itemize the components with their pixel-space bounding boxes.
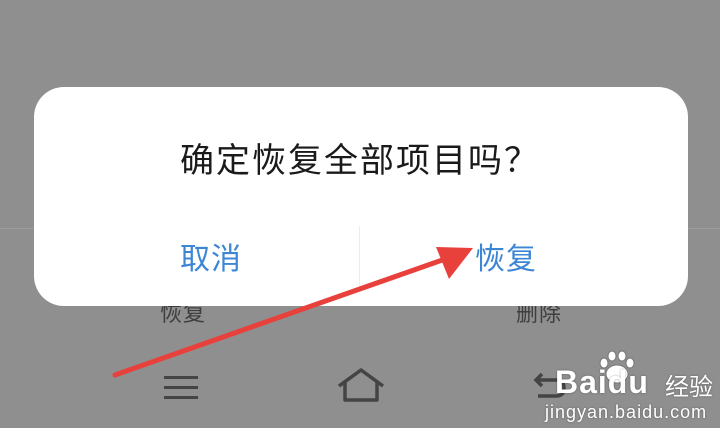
home-icon[interactable] <box>333 364 389 408</box>
cancel-button[interactable]: 取消 <box>180 234 242 278</box>
dialog-title: 确定恢复全部项目吗？ <box>180 141 540 181</box>
menu-icon[interactable] <box>160 370 202 406</box>
button-divider <box>359 226 360 286</box>
back-icon[interactable] <box>528 368 568 408</box>
navigation-bar <box>0 360 720 420</box>
restore-button[interactable]: 恢复 <box>475 234 537 278</box>
confirm-restore-dialog <box>34 87 688 306</box>
